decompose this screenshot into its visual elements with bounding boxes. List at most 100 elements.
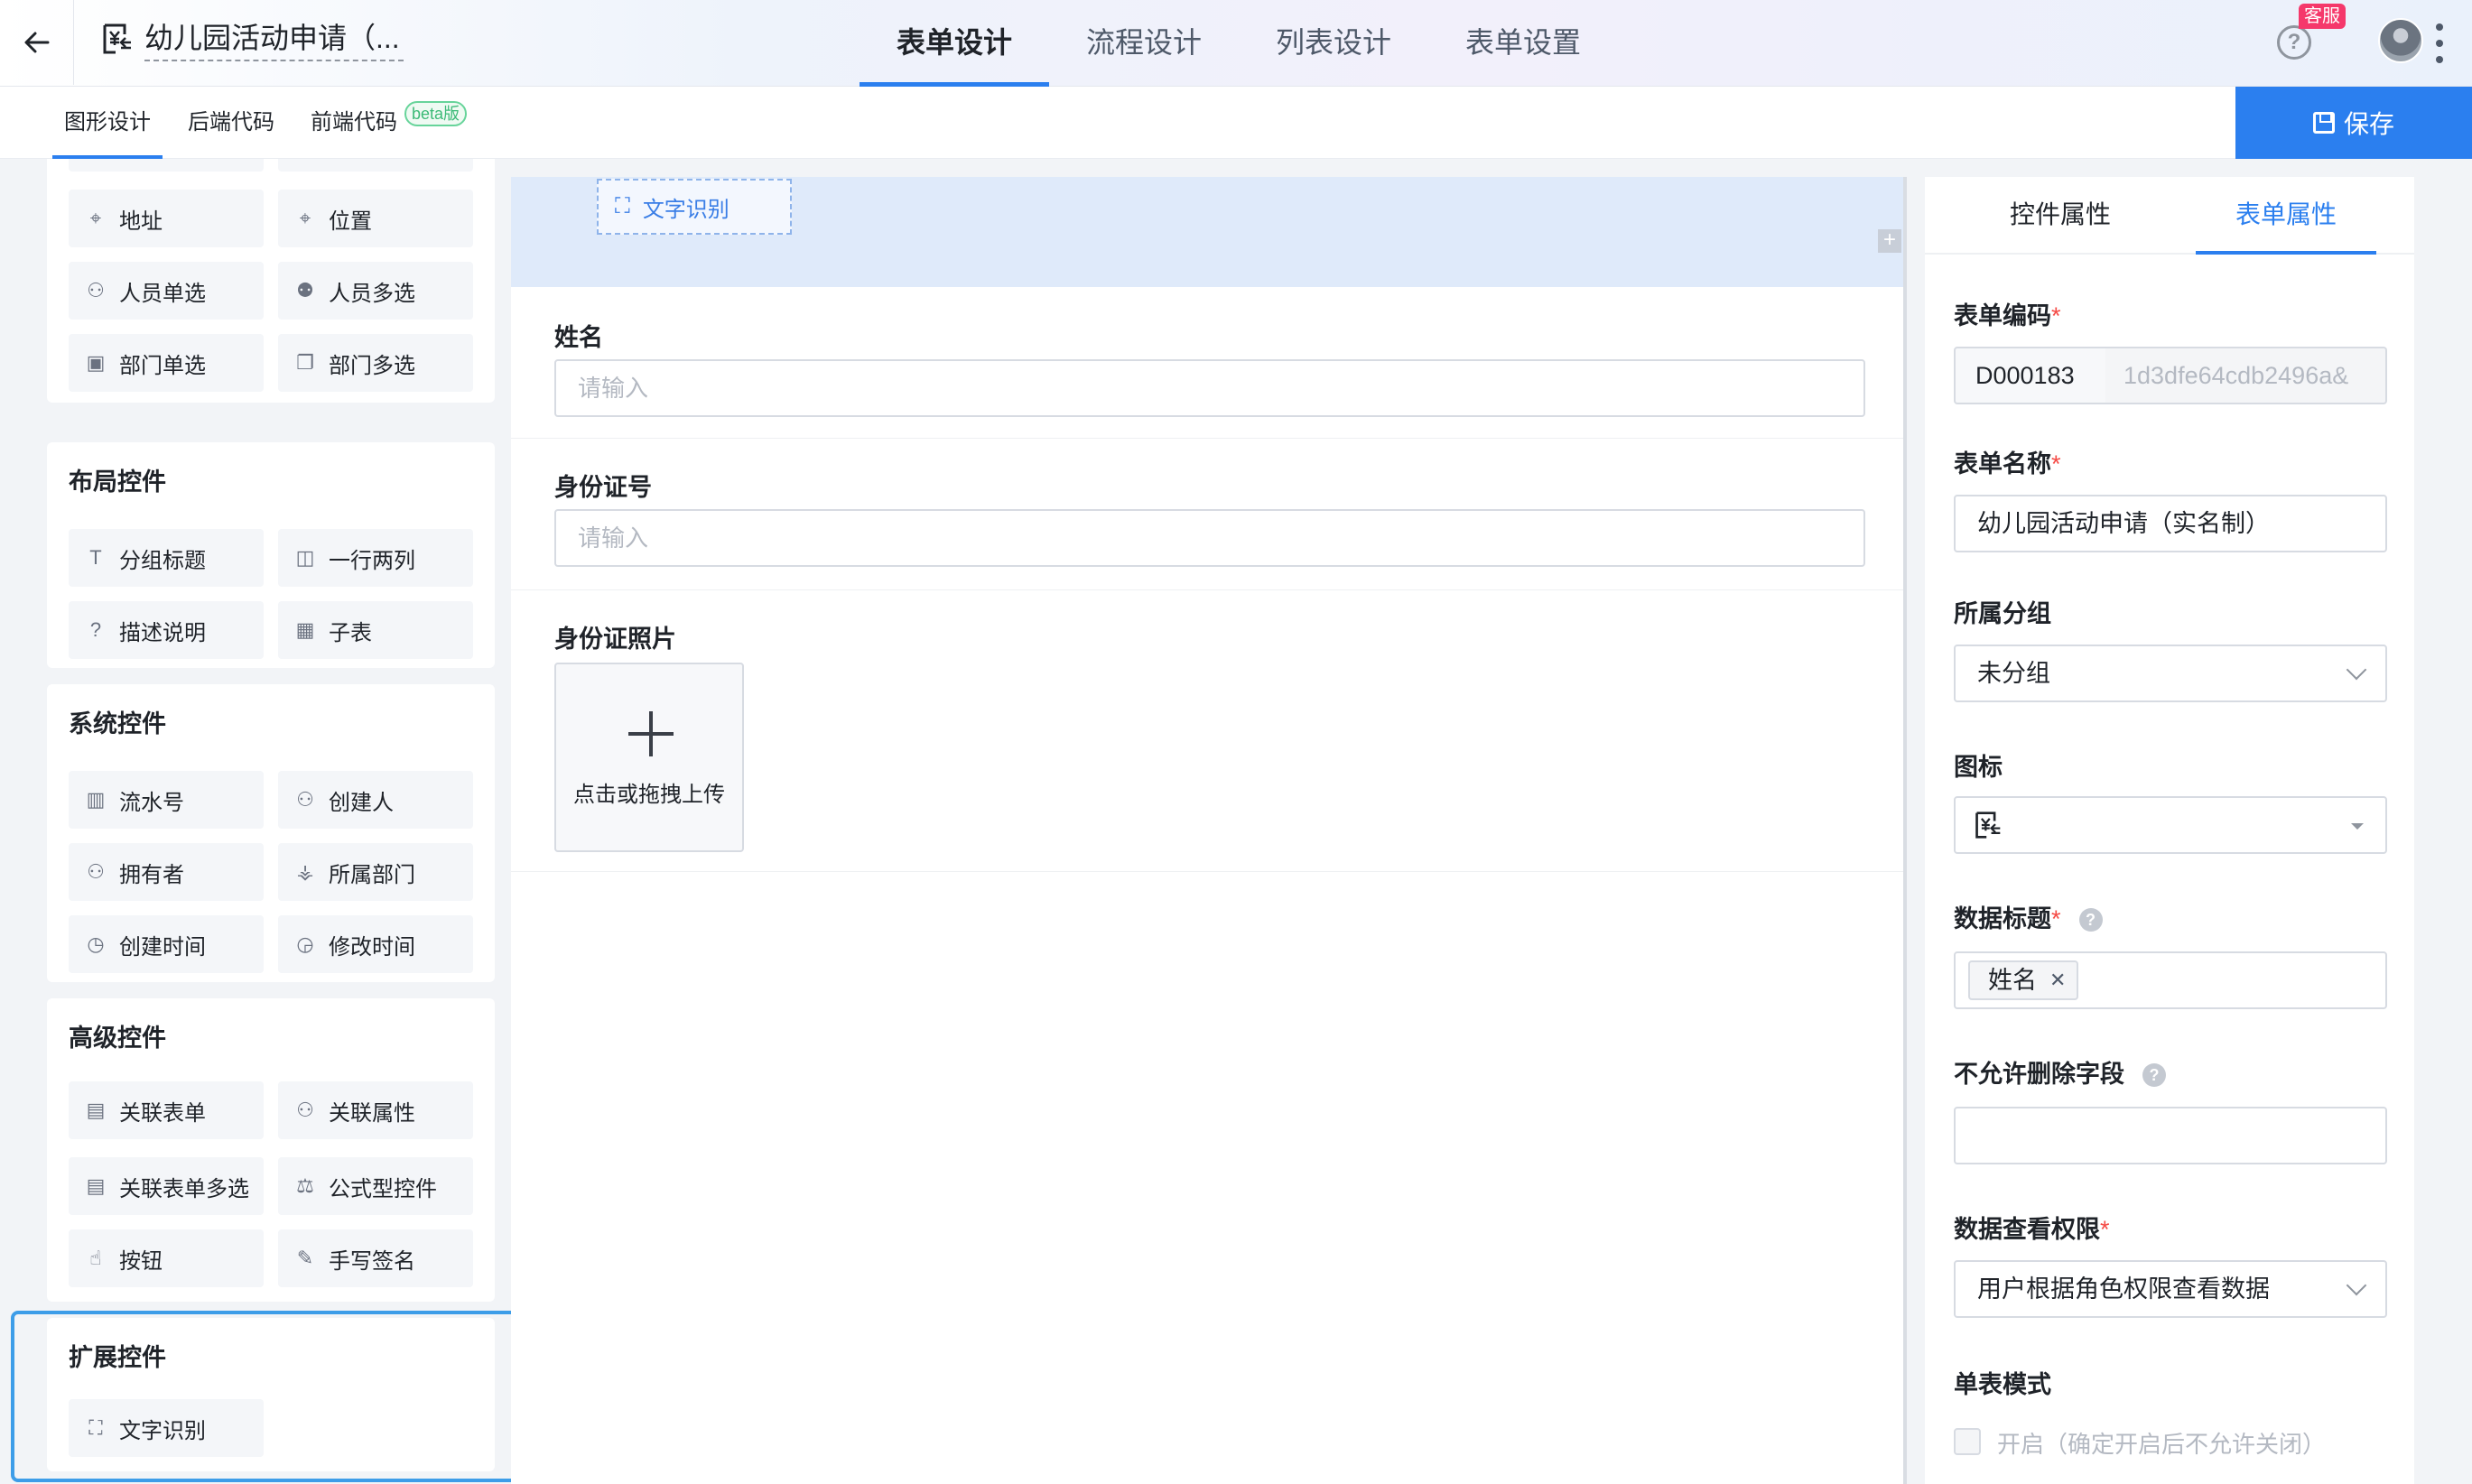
control-item-clipped[interactable]	[69, 159, 264, 172]
view-permission-select[interactable]: 用户根据角色权限查看数据	[1954, 1260, 2387, 1318]
control-label: 流水号	[119, 790, 184, 815]
section-title: 布局控件	[69, 468, 166, 496]
form-canvas[interactable]: ⛶ 文字识别 + 姓名 请输入 身份证号 请输入 身份证照片 点击或拖拽上传	[511, 177, 1905, 1484]
label-text: 不允许删除字段	[1954, 1061, 2124, 1088]
text-t-icon: T	[89, 546, 102, 569]
no-delete-label: 不允许删除字段?	[1954, 1054, 2166, 1090]
control-serial-number[interactable]: ▥ 流水号	[69, 771, 264, 829]
control-formula[interactable]: ⚖ 公式型控件	[278, 1157, 473, 1215]
customer-service-badge[interactable]: 客服	[2299, 4, 2346, 29]
sub-header: 图形设计 后端代码 前端代码 beta版 保存	[0, 87, 2472, 159]
control-create-time[interactable]: ◷ 创建时间	[69, 915, 264, 973]
control-position[interactable]: ⌖ 位置	[278, 190, 473, 247]
data-title-select[interactable]: 姓名 ✕	[1954, 951, 2387, 1009]
label-text: 数据标题	[1954, 905, 2051, 932]
control-signature[interactable]: ✎ 手写签名	[278, 1229, 473, 1287]
control-label: 关联属性	[329, 1100, 415, 1126]
control-label: 修改时间	[329, 934, 415, 960]
control-address[interactable]: ⌖ 地址	[69, 190, 264, 247]
close-icon[interactable]: ✕	[2049, 962, 2066, 998]
help-icon[interactable]: ?	[2277, 25, 2311, 60]
control-owning-dept[interactable]: ⚶ 所属部门	[278, 843, 473, 901]
control-item-clipped[interactable]	[278, 159, 473, 172]
control-label: 位置	[329, 209, 372, 234]
required-mark: *	[2051, 450, 2061, 478]
data-title-label: 数据标题*?	[1954, 899, 2103, 934]
barcode-icon: ▥	[86, 788, 106, 811]
form-name-input[interactable]: 幼儿园活动申请（实名制）	[1954, 495, 2387, 552]
back-button[interactable]	[0, 0, 74, 85]
tab-form-design[interactable]: 表单设计	[860, 0, 1049, 87]
control-linked-form-multi[interactable]: ▤ 关联表单多选	[69, 1157, 264, 1215]
control-user-multi[interactable]: ⚉ 人员多选	[278, 262, 473, 320]
control-dept-single[interactable]: ▣ 部门单选	[69, 334, 264, 392]
control-label: 一行两列	[329, 548, 415, 573]
form-name-label: 表单名称*	[1954, 444, 2061, 479]
control-subtable[interactable]: ▦ 子表	[278, 601, 473, 659]
chevron-down-icon	[2346, 659, 2367, 681]
tab-backend-code[interactable]: 后端代码	[188, 87, 274, 159]
group-label: 所属分组	[1954, 600, 2051, 627]
control-label: 子表	[329, 620, 372, 645]
control-button[interactable]: ☝ 按钮	[69, 1229, 264, 1287]
org-tree-icon: ⚶	[296, 860, 314, 883]
required-mark: *	[2051, 302, 2061, 329]
add-plus-icon[interactable]: +	[1878, 229, 1901, 253]
field-label: 身份证号	[554, 474, 652, 501]
form-field-id-number[interactable]: 身份证号 请输入	[511, 439, 1905, 590]
label-text: 数据查看权限	[1954, 1216, 2100, 1243]
help-question-icon[interactable]: ?	[2142, 1063, 2166, 1087]
help-question-icon[interactable]: ?	[2078, 908, 2103, 932]
control-owner[interactable]: ⚇ 拥有者	[69, 843, 264, 901]
control-label: 文字识别	[119, 1418, 206, 1443]
canvas-scrollbar[interactable]	[1903, 177, 1907, 1484]
control-label: 部门多选	[329, 353, 415, 378]
tab-form-settings[interactable]: 表单设置	[1428, 0, 1618, 87]
tab-graphic-design[interactable]: 图形设计	[52, 87, 163, 159]
clock-icon: ◷	[87, 932, 105, 955]
icon-select[interactable]	[1954, 796, 2387, 854]
tab-frontend-code[interactable]: 前端代码	[311, 87, 397, 159]
basic-controls-card: ⌖ 地址 ⌖ 位置 ⚇ 人员单选 ⚉ 人员多选 ▣ 部门单选 ❐ 部门多选	[47, 159, 495, 403]
single-mode-checkbox[interactable]	[1954, 1428, 1981, 1455]
control-label: 部门单选	[119, 353, 206, 378]
upload-area[interactable]: 点击或拖拽上传	[554, 663, 744, 852]
no-delete-fields-select[interactable]	[1954, 1107, 2387, 1164]
tab-form-properties[interactable]: 表单属性	[2196, 177, 2376, 255]
extension-controls-card: 扩展控件 ⛶ 文字识别	[47, 1318, 495, 1471]
section-title: 高级控件	[69, 1025, 166, 1052]
departments-icon: ❐	[296, 351, 314, 374]
advanced-controls-card: 高级控件 ▤ 关联表单 ⚇ 关联属性 ▤ 关联表单多选 ⚖ 公式型控件 ☝ 按钮…	[47, 998, 495, 1302]
dragging-control-ghost[interactable]: ⛶ 文字识别	[597, 179, 792, 235]
control-user-single[interactable]: ⚇ 人员单选	[69, 262, 264, 320]
app-title[interactable]: 幼儿园活动申请（...	[144, 16, 404, 61]
tab-process-design[interactable]: 流程设计	[1049, 0, 1239, 87]
control-two-columns[interactable]: ◫ 一行两列	[278, 529, 473, 587]
name-input[interactable]: 请输入	[554, 359, 1865, 417]
drop-zone[interactable]: ⛶ 文字识别 +	[511, 177, 1905, 287]
layout-controls-card: 布局控件 T 分组标题 ◫ 一行两列 ? 描述说明 ▦ 子表	[47, 442, 495, 668]
form-code-prefix: D000183	[1954, 347, 2107, 404]
user-link-icon: ⚇	[296, 1099, 314, 1121]
control-label: 地址	[119, 209, 163, 234]
properties-panel: 控件属性 表单属性 表单编码* D000183 1d3dfe64cdb2496a…	[1925, 177, 2414, 1484]
save-button[interactable]: 保存	[2235, 87, 2472, 159]
group-select[interactable]: 未分组	[1954, 645, 2387, 702]
control-label: 按钮	[119, 1248, 163, 1274]
control-linked-form[interactable]: ▤ 关联表单	[69, 1081, 264, 1139]
control-modify-time[interactable]: ◶ 修改时间	[278, 915, 473, 973]
form-field-name[interactable]: 姓名 请输入	[511, 287, 1905, 439]
control-dept-multi[interactable]: ❐ 部门多选	[278, 334, 473, 392]
control-creator[interactable]: ⚇ 创建人	[278, 771, 473, 829]
more-vertical-icon[interactable]	[2432, 23, 2447, 63]
id-number-input[interactable]: 请输入	[554, 509, 1865, 567]
form-field-id-photo[interactable]: 身份证照片 点击或拖拽上传	[511, 590, 1905, 872]
control-group-title[interactable]: T 分组标题	[69, 529, 264, 587]
control-description[interactable]: ? 描述说明	[69, 601, 264, 659]
tab-list-design[interactable]: 列表设计	[1239, 0, 1428, 87]
control-linked-attribute[interactable]: ⚇ 关联属性	[278, 1081, 473, 1139]
tab-control-properties[interactable]: 控件属性	[1970, 177, 2151, 255]
control-text-recognition[interactable]: ⛶ 文字识别	[69, 1399, 264, 1457]
ocr-scan-icon: ⛶	[88, 1416, 103, 1439]
avatar[interactable]	[2378, 18, 2423, 63]
